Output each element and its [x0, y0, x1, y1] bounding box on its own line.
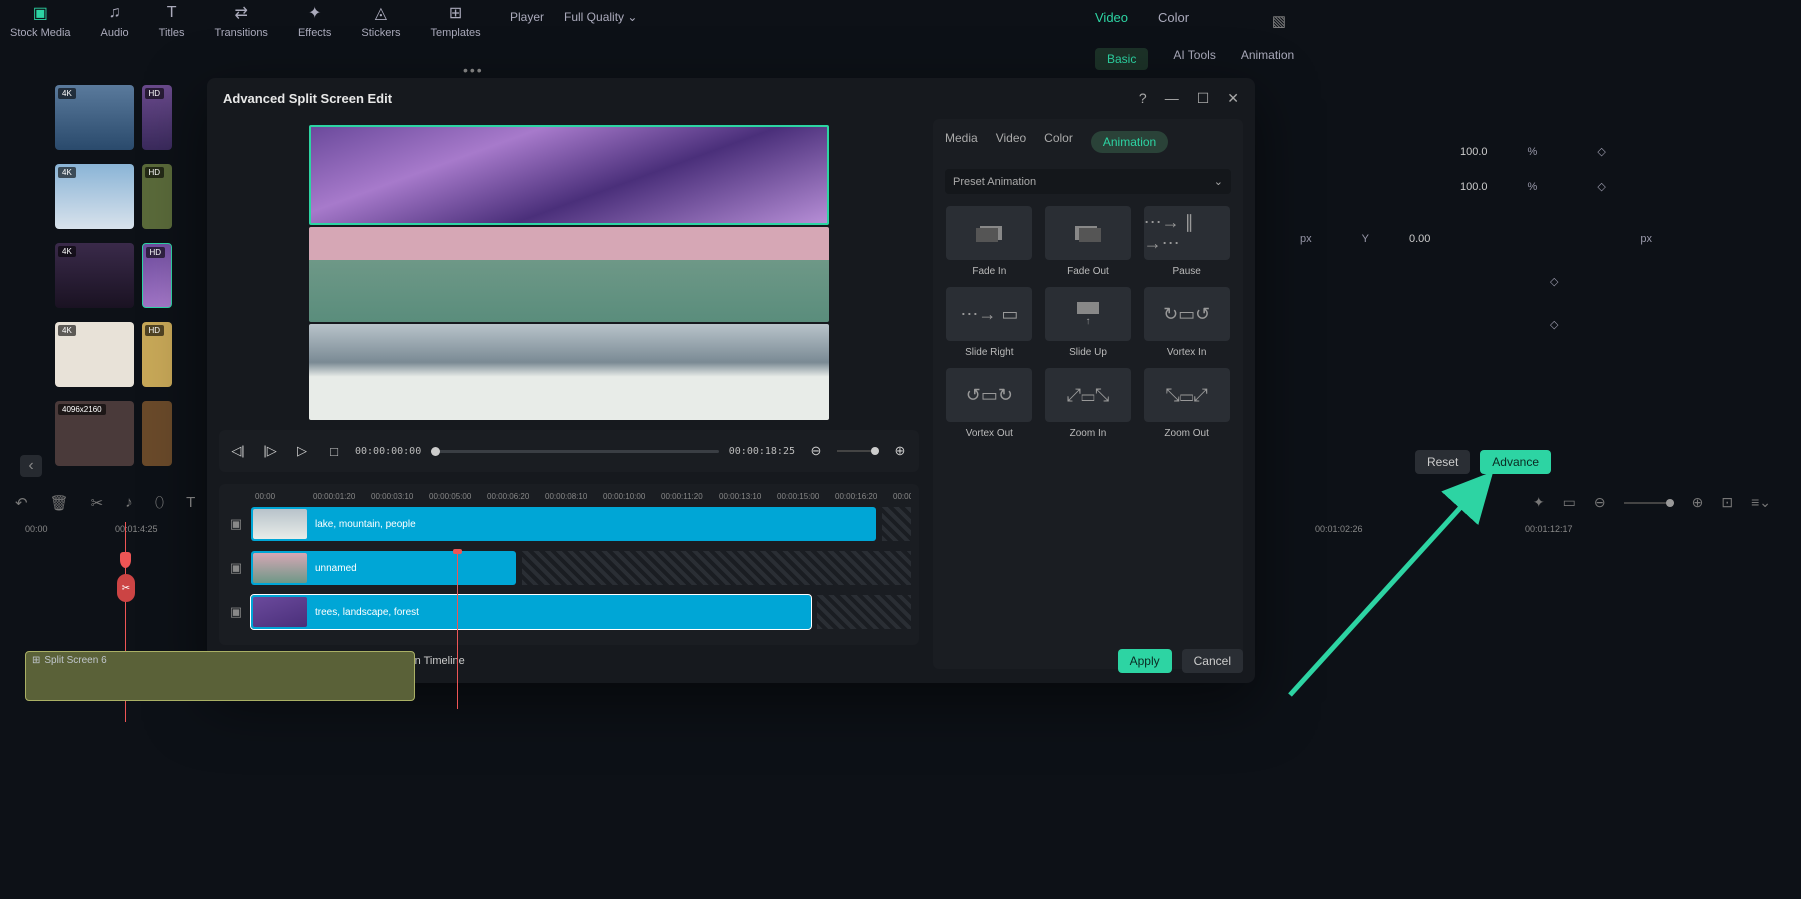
keyframe-icon[interactable]: ◇: [1597, 145, 1605, 158]
text-icon[interactable]: T: [186, 494, 195, 512]
delete-icon[interactable]: 🗑: [50, 494, 69, 512]
tool-transitions[interactable]: ⇄Transitions: [215, 0, 268, 39]
anim-slide-right[interactable]: ⋯→ ▭: [946, 287, 1032, 341]
tool-titles[interactable]: TTitles: [159, 0, 185, 39]
media-thumb[interactable]: HD: [142, 85, 172, 150]
reset-button[interactable]: Reset: [1415, 450, 1470, 474]
scale-y-value[interactable]: 100.0: [1460, 181, 1488, 193]
side-tab-video[interactable]: Video: [996, 131, 1026, 153]
scissors-marker[interactable]: ✂: [117, 574, 135, 602]
pos-y-value[interactable]: 0.00: [1409, 233, 1430, 245]
keyframe-icon[interactable]: ◇: [1550, 318, 1558, 331]
player-controls: ◁| |▷ ▷ □ 00:00:00:00 00:00:18:25 ⊖ ⊕: [219, 430, 919, 472]
tab-video[interactable]: Video: [1095, 10, 1128, 25]
play-button[interactable]: ▷: [291, 440, 313, 462]
preset-animation-dropdown[interactable]: Preset Animation⌄: [945, 169, 1231, 194]
inspector-form: 100.0%◇ 100.0%◇ pxY0.00px ◇ ◇: [1300, 145, 1652, 353]
zoom-out-icon[interactable]: ⊖: [1594, 494, 1606, 511]
snapshot-icon[interactable]: ▧: [1272, 12, 1286, 30]
list-icon[interactable]: ≡⌄: [1751, 494, 1771, 511]
tab-color[interactable]: Color: [1158, 10, 1189, 25]
split-screen-preview[interactable]: [309, 125, 829, 420]
anim-fade-in[interactable]: [946, 206, 1032, 260]
minimize-icon[interactable]: —: [1165, 90, 1179, 107]
media-thumb[interactable]: HD: [142, 164, 172, 229]
scale-x-value[interactable]: 100.0: [1460, 146, 1488, 158]
marker-icon[interactable]: ✦: [1533, 494, 1545, 511]
zoom-in-icon[interactable]: ⊕: [889, 440, 911, 462]
keyframe-icon[interactable]: ◇: [1550, 275, 1558, 288]
maximize-icon[interactable]: ☐: [1197, 90, 1210, 107]
anim-pause[interactable]: ⋯→ ∥ →⋯: [1144, 206, 1230, 260]
side-tab-animation[interactable]: Animation: [1091, 131, 1168, 153]
tool-effects[interactable]: ✦Effects: [298, 0, 331, 39]
media-library: 4K HD 4K HD 4K HD 4K HD 4096x2160: [55, 85, 220, 466]
anim-zoom-in[interactable]: ⤢▭⤡: [1045, 368, 1131, 422]
anim-slide-up[interactable]: ↑: [1045, 287, 1131, 341]
snap-icon[interactable]: ▭: [1563, 494, 1576, 511]
tool-stock-media[interactable]: ▣Stock Media: [10, 0, 71, 39]
media-thumb[interactable]: HD: [142, 322, 172, 387]
inspector-subtabs: Basic AI Tools Animation: [1095, 42, 1781, 76]
media-thumb[interactable]: HD: [142, 243, 172, 308]
undo-icon[interactable]: ↶: [15, 494, 28, 512]
side-tab-media[interactable]: Media: [945, 131, 978, 153]
anim-fade-out[interactable]: [1045, 206, 1131, 260]
player-label: Player: [510, 10, 544, 24]
media-thumb[interactable]: [142, 401, 172, 466]
progress-bar[interactable]: [431, 450, 719, 453]
split-screen-icon: ⊞: [32, 655, 40, 666]
stop-button[interactable]: □: [323, 440, 345, 462]
preview-pane-1[interactable]: [309, 125, 829, 225]
quality-dropdown[interactable]: Full Quality ⌄: [564, 10, 637, 24]
next-frame-button[interactable]: |▷: [259, 440, 281, 462]
media-thumb[interactable]: 4096x2160: [55, 401, 134, 466]
tool-audio[interactable]: ♫Audio: [101, 0, 129, 39]
tool-templates[interactable]: ⊞Templates: [431, 0, 481, 39]
player-header: Player Full Quality ⌄: [510, 10, 637, 24]
timecode-current: 00:00:00:00: [355, 446, 421, 457]
tag-icon[interactable]: ⬯: [155, 494, 164, 512]
media-thumb[interactable]: 4K: [55, 164, 134, 229]
preview-pane-3[interactable]: [309, 324, 829, 420]
subtab-basic[interactable]: Basic: [1095, 48, 1148, 70]
preview-pane-2[interactable]: [309, 227, 829, 323]
music-icon[interactable]: ♪: [125, 494, 133, 512]
anim-zoom-out[interactable]: ⤡▭⤢: [1144, 368, 1230, 422]
inspector-tabs: Video Color: [1095, 10, 1189, 25]
main-timeline-clip[interactable]: ⊞ Split Screen 6: [25, 651, 415, 701]
zoom-out-icon[interactable]: ⊖: [805, 440, 827, 462]
subtab-animation[interactable]: Animation: [1241, 48, 1294, 70]
kebab-menu[interactable]: •••: [463, 62, 484, 78]
modal-title: Advanced Split Screen Edit: [223, 91, 392, 106]
chevron-down-icon: ⌄: [1214, 175, 1223, 188]
timecode-total: 00:00:18:25: [729, 446, 795, 457]
top-toolbar: ▣Stock Media ♫Audio TTitles ⇄Transitions…: [0, 0, 1801, 45]
anim-vortex-out[interactable]: ↺▭↻: [946, 368, 1032, 422]
subtab-ai-tools[interactable]: AI Tools: [1173, 48, 1215, 70]
help-icon[interactable]: ?: [1139, 90, 1147, 107]
tool-stickers[interactable]: ◬Stickers: [361, 0, 400, 39]
media-thumb[interactable]: 4K: [55, 243, 134, 308]
nav-back-button[interactable]: ‹: [20, 455, 42, 477]
advance-button[interactable]: Advance: [1480, 450, 1551, 474]
zoom-slider[interactable]: [1624, 502, 1674, 504]
keyframe-icon[interactable]: ◇: [1597, 180, 1605, 193]
chevron-down-icon: ⌄: [627, 10, 637, 24]
close-icon[interactable]: ✕: [1227, 90, 1239, 107]
cut-icon[interactable]: ✂: [91, 494, 104, 512]
zoom-in-icon[interactable]: ⊕: [1692, 494, 1704, 511]
fit-icon[interactable]: ⊡: [1721, 494, 1733, 511]
prev-frame-button[interactable]: ◁|: [227, 440, 249, 462]
media-thumb[interactable]: 4K: [55, 85, 134, 150]
side-tab-color[interactable]: Color: [1044, 131, 1073, 153]
media-thumb[interactable]: 4K: [55, 322, 134, 387]
main-timeline-ruler[interactable]: 00:0000:01:4:2500:01:02:2600:01:12:17: [25, 524, 1781, 534]
anim-vortex-in[interactable]: ↻▭↺: [1144, 287, 1230, 341]
main-timeline: ↶ 🗑 ✂ ♪ ⬯ T ✦ ▭ ⊖ ⊕ ⊡ ≡⌄ 00:0000:01:4:25…: [0, 494, 1801, 899]
